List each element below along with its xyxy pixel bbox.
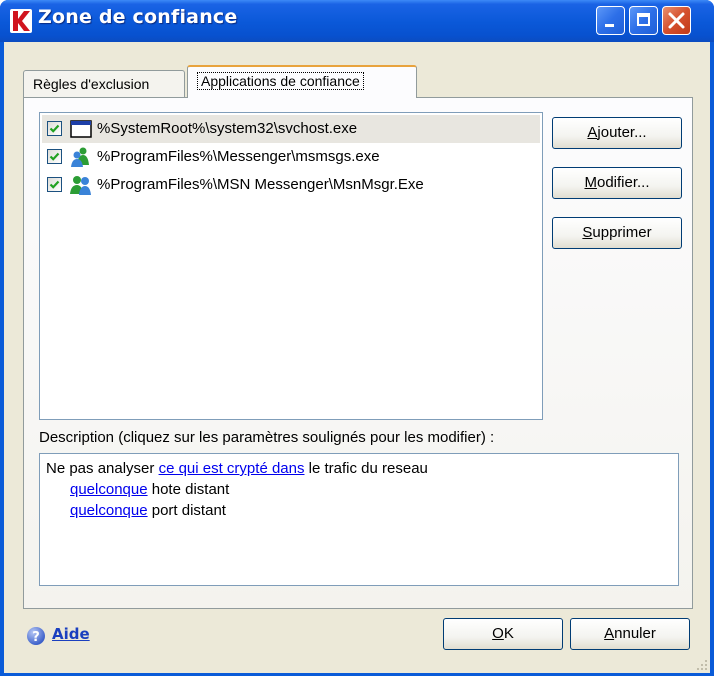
ok-button[interactable]: OK xyxy=(443,618,563,650)
checkmark-icon xyxy=(49,180,60,189)
description-text: hote distant xyxy=(147,481,230,498)
list-item[interactable]: %ProgramFiles%\MSN Messenger\MsnMsgr.Exe xyxy=(42,171,540,199)
title-bar[interactable]: Zone de confiance xyxy=(0,0,714,42)
remote-host-link[interactable]: quelconque xyxy=(70,481,148,498)
add-button[interactable]: Ajouter... xyxy=(552,117,682,149)
minimize-icon xyxy=(605,24,614,27)
add-button-label: jouter... xyxy=(597,124,647,141)
help-icon[interactable]: ? xyxy=(26,626,46,646)
close-button[interactable] xyxy=(662,6,691,35)
list-item[interactable]: %SystemRoot%\system32\svchost.exe xyxy=(42,115,540,143)
encrypted-traffic-link[interactable]: ce qui est crypté dans xyxy=(159,460,305,477)
dialog-client-area: Règles d'exclusion Applications de confi… xyxy=(4,42,710,673)
dialog-window: Zone de confiance Règles d'exclusion App… xyxy=(0,0,714,676)
ok-button-mnemonic: O xyxy=(492,625,504,642)
edit-button[interactable]: Modifier... xyxy=(552,167,682,199)
description-text: le trafic du reseau xyxy=(304,460,428,477)
description-label: Description (cliquez sur les paramètres … xyxy=(39,429,495,446)
tab-exclusion-rules[interactable]: Règles d'exclusion xyxy=(23,70,185,97)
checkmark-icon xyxy=(49,152,60,161)
remote-port-link[interactable]: quelconque xyxy=(70,502,148,519)
description-line: quelconque port distant xyxy=(46,500,672,521)
description-line: Ne pas analyser ce qui est crypté dans l… xyxy=(46,458,672,479)
add-button-mnemonic: A xyxy=(587,124,598,141)
delete-button-mnemonic: S xyxy=(582,224,593,241)
tab-trusted-applications-label: Applications de confiance xyxy=(197,72,364,90)
ok-button-label: K xyxy=(503,625,514,642)
maximize-button[interactable] xyxy=(629,6,658,35)
resize-grip-icon[interactable] xyxy=(696,659,708,671)
maximize-icon xyxy=(637,13,650,26)
messenger-icon xyxy=(71,147,89,167)
cancel-button[interactable]: Annuler xyxy=(570,618,690,650)
app-path: %ProgramFiles%\MSN Messenger\MsnMsgr.Exe xyxy=(97,176,424,193)
window-icon xyxy=(70,120,92,138)
edit-button-mnemonic: M xyxy=(584,174,597,191)
edit-button-label: odifier... xyxy=(596,174,650,191)
app-path: %SystemRoot%\system32\svchost.exe xyxy=(97,120,358,137)
tab-trusted-applications[interactable]: Applications de confiance xyxy=(187,65,417,98)
minimize-button[interactable] xyxy=(596,6,625,35)
cancel-button-mnemonic: A xyxy=(604,625,615,642)
description-text: port distant xyxy=(147,502,226,519)
delete-button[interactable]: Supprimer xyxy=(552,217,682,249)
close-icon xyxy=(668,12,685,29)
app-checkbox[interactable] xyxy=(47,149,62,164)
app-path: %ProgramFiles%\Messenger\msmsgs.exe xyxy=(97,148,380,165)
description-line: quelconque hote distant xyxy=(46,479,672,500)
app-checkbox[interactable] xyxy=(47,177,62,192)
tab-panel: %SystemRoot%\system32\svchost.exe %Progr… xyxy=(23,97,693,609)
window-title: Zone de confiance xyxy=(38,6,238,28)
app-checkbox[interactable] xyxy=(47,121,62,136)
trusted-apps-list[interactable]: %SystemRoot%\system32\svchost.exe %Progr… xyxy=(39,112,543,420)
tab-exclusion-rules-label: Règles d'exclusion xyxy=(33,76,150,92)
msn-messenger-icon xyxy=(70,176,91,195)
delete-button-label: upprimer xyxy=(592,224,652,241)
svg-text:?: ? xyxy=(32,630,40,645)
list-item[interactable]: %ProgramFiles%\Messenger\msmsgs.exe xyxy=(42,143,540,171)
checkmark-icon xyxy=(49,124,60,133)
cancel-button-label: nnuler xyxy=(614,625,656,642)
help-link[interactable]: Aide xyxy=(52,625,90,643)
description-box: Ne pas analyser ce qui est crypté dans l… xyxy=(39,453,679,586)
kaspersky-logo-icon xyxy=(10,9,32,33)
description-text: Ne pas analyser xyxy=(46,460,159,477)
